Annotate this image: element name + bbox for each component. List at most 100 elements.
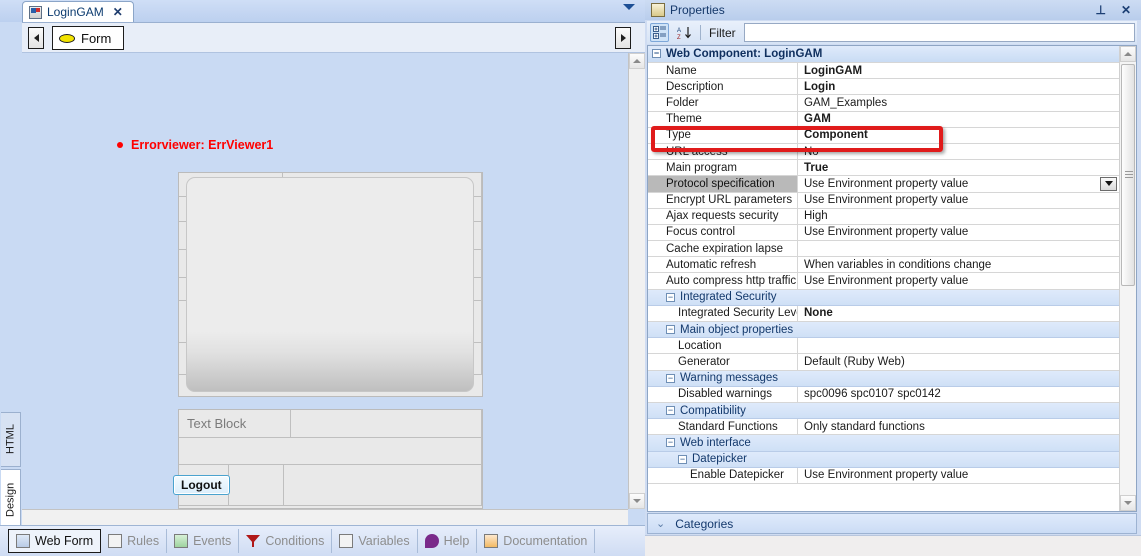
property-value[interactable]: When variables in conditions change xyxy=(798,257,1119,272)
collapse-icon[interactable]: − xyxy=(666,292,675,302)
properties-vertical-scrollbar[interactable] xyxy=(1119,46,1136,511)
table-row-protocol-specification[interactable]: Protocol specification Use Environment p… xyxy=(648,176,1119,193)
chevron-down-icon[interactable] xyxy=(623,4,635,10)
table-cell xyxy=(179,278,283,301)
side-tab-html[interactable]: HTML xyxy=(1,412,21,467)
document-tab-logingam[interactable]: LoginGAM ✕ xyxy=(22,1,134,22)
login-button[interactable]: Login xyxy=(331,354,380,374)
close-icon[interactable]: ✕ xyxy=(113,5,123,19)
canvas-vertical-scrollbar[interactable] xyxy=(628,53,645,509)
collapse-icon[interactable]: − xyxy=(678,454,687,464)
property-value[interactable] xyxy=(798,241,1119,256)
tab-documentation[interactable]: Documentation xyxy=(477,529,596,553)
property-value[interactable]: GAM xyxy=(798,112,1119,127)
table-row[interactable]: Encrypt URL parameters Use Environment p… xyxy=(648,192,1119,209)
table-row[interactable]: Name LoginGAM xyxy=(648,63,1119,80)
properties-grid-rows: − Web Component: LoginGAM Name LoginGAM … xyxy=(648,46,1119,511)
table-row-type[interactable]: Type Component xyxy=(648,127,1119,144)
property-value[interactable]: GAM_Examples xyxy=(798,95,1119,110)
username-input[interactable]: &UserName xyxy=(288,226,473,245)
breadcrumb-form[interactable]: Form xyxy=(52,26,125,50)
property-value[interactable]: True xyxy=(798,160,1119,175)
scroll-up-button[interactable] xyxy=(1120,46,1136,62)
property-value[interactable]: None xyxy=(798,306,1119,321)
pin-icon[interactable]: ⊥ xyxy=(1090,3,1110,17)
table-row[interactable]: Location xyxy=(648,338,1119,355)
property-value[interactable]: High xyxy=(798,209,1119,224)
logout-table[interactable]: Text Block Logout xyxy=(173,409,483,509)
nav-back-button[interactable] xyxy=(28,27,44,49)
form-design-canvas[interactable]: Errorviewer: ErrViewer1 User name &UserN… xyxy=(22,52,645,525)
table-row[interactable]: Automatic refresh When variables in cond… xyxy=(648,257,1119,274)
tab-conditions[interactable]: Conditions xyxy=(239,529,333,553)
canvas-horizontal-scrollbar[interactable] xyxy=(22,509,628,525)
table-row[interactable]: Description Login xyxy=(648,79,1119,96)
table-row[interactable]: Integrated Security Level None xyxy=(648,305,1119,322)
table-row[interactable]: Auto compress http traffic Use Environme… xyxy=(648,273,1119,290)
table-row-group-compatibility[interactable]: − Compatibility xyxy=(648,402,1119,420)
close-icon[interactable]: ✕ xyxy=(1116,3,1141,17)
table-row[interactable]: Enable Datepicker Use Environment proper… xyxy=(648,467,1119,484)
filter-input[interactable] xyxy=(743,23,1135,42)
login-table[interactable]: User name &UserName Password &UserPasswo… xyxy=(178,172,483,397)
table-row[interactable]: Folder GAM_Examples xyxy=(648,95,1119,112)
tab-rules[interactable]: Rules xyxy=(101,529,168,553)
property-value[interactable]: Use Environment property value xyxy=(798,193,1119,208)
scrollbar-thumb[interactable] xyxy=(1121,64,1135,286)
property-value[interactable]: Component xyxy=(798,128,1119,143)
collapse-icon[interactable]: − xyxy=(666,373,675,383)
table-row-group-main-object-properties[interactable]: − Main object properties xyxy=(648,322,1119,339)
group-name-cell: − Main object properties xyxy=(648,322,1119,337)
collapse-icon[interactable]: − xyxy=(652,49,661,58)
tab-help[interactable]: Help xyxy=(418,529,478,553)
property-value[interactable]: Default (Ruby Web) xyxy=(798,354,1119,369)
scroll-down-button[interactable] xyxy=(1120,495,1136,511)
table-row[interactable]: Ajax requests security High xyxy=(648,208,1119,225)
property-value[interactable]: No xyxy=(798,144,1119,159)
errorviewer-control[interactable]: Errorviewer: ErrViewer1 xyxy=(117,138,273,152)
alphabetic-sort-button[interactable]: A Z xyxy=(675,23,694,42)
property-value[interactable]: Use Environment property value xyxy=(798,273,1119,288)
remember-me-select[interactable]: None xyxy=(289,310,389,333)
scroll-up-button[interactable] xyxy=(629,53,645,69)
property-value[interactable] xyxy=(798,338,1119,353)
logout-button[interactable]: Logout xyxy=(173,475,230,495)
tab-variables[interactable]: Variables xyxy=(332,529,418,553)
tab-events[interactable]: Events xyxy=(167,529,240,553)
property-value[interactable]: Use Environment property value xyxy=(798,225,1119,240)
property-value[interactable]: Login xyxy=(798,79,1119,94)
properties-grid[interactable]: − Web Component: LoginGAM Name LoginGAM … xyxy=(647,45,1137,512)
collapse-icon[interactable]: − xyxy=(666,325,675,335)
table-row[interactable]: URL access No xyxy=(648,143,1119,161)
nav-forward-button[interactable] xyxy=(615,27,631,49)
table-row[interactable]: Main program True xyxy=(648,160,1119,177)
property-value[interactable]: spc0096 spc0107 spc0142 xyxy=(798,387,1119,402)
property-value-cell[interactable]: Use Environment property value xyxy=(798,176,1119,191)
table-row-group-integrated-security[interactable]: − Integrated Security xyxy=(648,289,1119,306)
table-row[interactable]: Standard Functions Only standard functio… xyxy=(648,419,1119,436)
table-row[interactable]: Cache expiration lapse xyxy=(648,241,1119,258)
dropdown-button[interactable] xyxy=(1100,176,1117,191)
table-row-group-datepicker[interactable]: − Datepicker xyxy=(648,451,1119,468)
grid-group-header[interactable]: − Web Component: LoginGAM xyxy=(648,46,1119,63)
collapse-icon[interactable]: − xyxy=(666,406,675,416)
table-row[interactable]: Disabled warnings spc0096 spc0107 spc014… xyxy=(648,386,1119,403)
collapse-icon[interactable]: − xyxy=(666,438,675,448)
table-row[interactable]: Generator Default (Ruby Web) xyxy=(648,354,1119,371)
forgot-password-link[interactable]: Forgot your password? xyxy=(289,283,402,295)
property-value[interactable]: Use Environment property value xyxy=(798,468,1119,483)
categorized-view-button[interactable] xyxy=(650,23,669,42)
table-row-group-warning-messages[interactable]: − Warning messages xyxy=(648,370,1119,387)
property-value[interactable]: LoginGAM xyxy=(798,63,1119,78)
chevron-down-icon[interactable]: ⌄ xyxy=(656,517,665,530)
password-input[interactable]: &UserPassword xyxy=(288,254,473,273)
table-row[interactable]: Focus control Use Environment property v… xyxy=(648,224,1119,242)
tab-web-form[interactable]: Web Form xyxy=(8,529,102,553)
categories-bar[interactable]: ⌄ Categories xyxy=(647,513,1137,534)
scroll-down-button[interactable] xyxy=(629,493,645,509)
table-row[interactable]: Theme GAM xyxy=(648,111,1119,128)
property-name: Theme xyxy=(648,111,798,127)
side-tab-design[interactable]: Design xyxy=(1,469,21,531)
table-row-group-web-interface[interactable]: − Web interface xyxy=(648,435,1119,452)
property-value[interactable]: Only standard functions xyxy=(798,419,1119,434)
